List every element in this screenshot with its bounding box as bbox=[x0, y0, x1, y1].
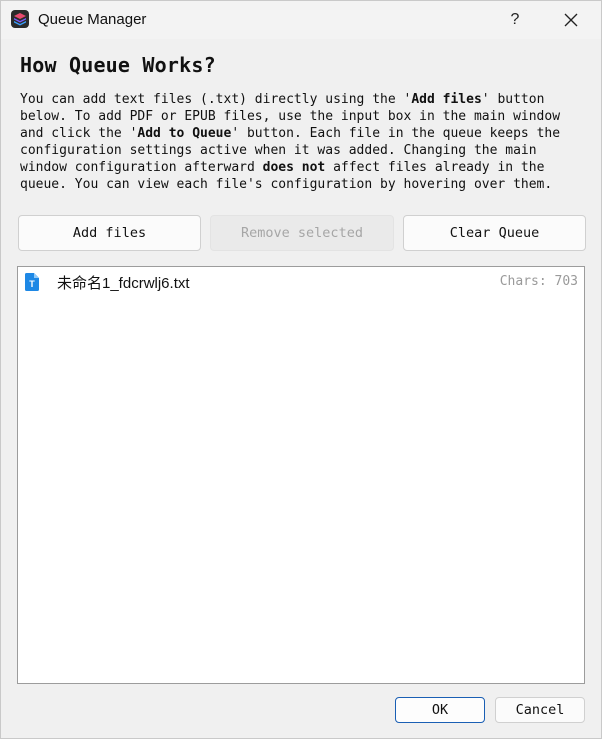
char-count: Chars: 703 bbox=[499, 274, 578, 289]
page-title: How Queue Works? bbox=[20, 53, 216, 77]
svg-text:T: T bbox=[29, 279, 35, 289]
queue-description: You can add text files (.txt) directly u… bbox=[20, 92, 561, 192]
close-icon bbox=[564, 13, 578, 27]
add-files-button[interactable]: Add files bbox=[18, 215, 201, 251]
dialog-content: How Queue Works? You can add text files … bbox=[1, 39, 601, 738]
ok-button[interactable]: OK bbox=[395, 697, 485, 723]
close-button[interactable] bbox=[553, 5, 589, 35]
window-title: Queue Manager bbox=[38, 11, 147, 28]
text-file-icon: T bbox=[25, 273, 39, 291]
queue-list[interactable]: T 未命名1_fdcrwlj6.txt Chars: 703 bbox=[17, 266, 585, 684]
stack-logo-icon bbox=[11, 10, 29, 28]
title-bar[interactable]: Queue Manager ? bbox=[1, 1, 601, 39]
queue-manager-window: Queue Manager ? How Queue Works? You can… bbox=[0, 0, 602, 739]
file-name: 未命名1_fdcrwlj6.txt bbox=[57, 275, 190, 292]
remove-selected-button[interactable]: Remove selected bbox=[210, 215, 394, 251]
cancel-button[interactable]: Cancel bbox=[495, 697, 585, 723]
list-item[interactable]: T 未命名1_fdcrwlj6.txt Chars: 703 bbox=[18, 267, 584, 295]
help-button[interactable]: ? bbox=[497, 5, 533, 35]
clear-queue-button[interactable]: Clear Queue bbox=[403, 215, 586, 251]
